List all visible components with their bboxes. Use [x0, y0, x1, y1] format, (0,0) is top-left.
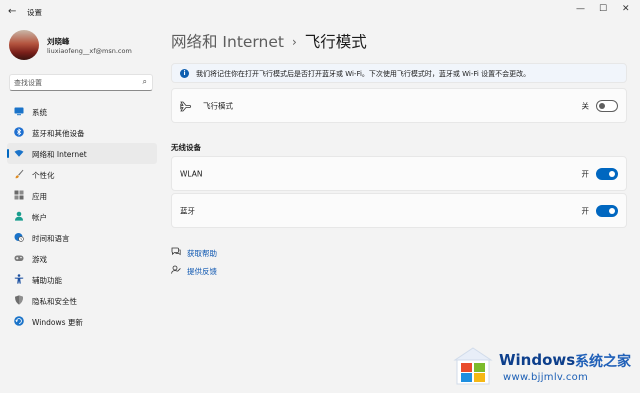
bluetooth-icon [14, 127, 24, 137]
airplane-mode-label: 飞行模式 [203, 101, 233, 110]
user-email: liuxiaofeng__xf@msn.com [47, 47, 132, 55]
sidebar-item-bluetooth[interactable]: 蓝牙和其他设备 [7, 122, 157, 143]
minimize-icon[interactable]: — [576, 4, 585, 14]
sidebar-item-time-language[interactable]: 时间和语言 [7, 227, 157, 248]
info-icon: i [180, 69, 189, 78]
airplane-mode-state: 关 [581, 101, 590, 110]
account-icon [14, 211, 24, 221]
wlan-label: WLAN [180, 169, 203, 178]
bluetooth-label: 蓝牙 [180, 206, 195, 215]
help-icon [171, 247, 182, 258]
info-text: 我们将记住你在打开飞行模式后是否打开蓝牙或 Wi-Fi。下次使用飞行模式时，蓝牙… [196, 70, 531, 78]
update-icon [14, 316, 24, 326]
sidebar-item-accessibility[interactable]: 辅助功能 [7, 269, 157, 290]
window-title: 设置 [27, 8, 42, 17]
watermark: Windows 系统之家 www.bjjmlv.com [443, 340, 640, 393]
breadcrumb: 网络和 Internet › 飞行模式 [171, 30, 367, 52]
bluetooth-row: 蓝牙 开 [171, 193, 627, 228]
avatar [9, 30, 39, 60]
sidebar-item-network[interactable]: 网络和 Internet [7, 143, 157, 164]
get-help-link[interactable]: 获取帮助 [171, 247, 217, 259]
search-input[interactable] [14, 77, 132, 89]
maximize-icon[interactable]: ☐ [599, 4, 607, 14]
sidebar-item-apps[interactable]: 应用 [7, 185, 157, 206]
sidebar-item-windows-update[interactable]: Windows 更新 [7, 311, 157, 332]
section-title-wireless: 无线设备 [171, 143, 201, 152]
sidebar-item-gaming[interactable]: 游戏 [7, 248, 157, 269]
accessibility-icon [14, 274, 24, 284]
title-bar: ← 设置 — ☐ ✕ [0, 0, 640, 24]
system-icon [14, 106, 24, 116]
close-icon[interactable]: ✕ [622, 4, 630, 14]
sidebar-nav: 系统 蓝牙和其他设备 网络和 Internet 个性化 应用 帐户 时间和语言 … [7, 101, 157, 332]
wifi-icon [14, 148, 24, 158]
chevron-right-icon: › [291, 35, 297, 49]
apps-icon [14, 190, 24, 200]
watermark-site-name: 系统之家 [575, 354, 631, 370]
sidebar-item-accounts[interactable]: 帐户 [7, 206, 157, 227]
search-box[interactable]: ⌕ [9, 74, 153, 91]
info-bar: i 我们将记住你在打开飞行模式后是否打开蓝牙或 Wi-Fi。下次使用飞行模式时，… [171, 63, 627, 83]
bluetooth-toggle[interactable] [596, 204, 618, 217]
sidebar-item-privacy[interactable]: 隐私和安全性 [7, 290, 157, 311]
wlan-toggle[interactable] [596, 167, 618, 180]
feedback-icon [171, 265, 182, 276]
sidebar-item-personalization[interactable]: 个性化 [7, 164, 157, 185]
gaming-icon [14, 253, 24, 263]
windows-logo-icon [453, 346, 493, 386]
globe-clock-icon [14, 232, 24, 242]
user-name: 刘晓峰 [47, 37, 70, 46]
airplane-icon [180, 101, 192, 114]
give-feedback-link[interactable]: 提供反馈 [171, 265, 217, 277]
bluetooth-state: 开 [581, 206, 590, 215]
wlan-state: 开 [581, 169, 590, 178]
breadcrumb-parent[interactable]: 网络和 Internet [171, 33, 284, 51]
wlan-row: WLAN 开 [171, 156, 627, 191]
back-arrow-icon[interactable]: ← [8, 6, 16, 17]
watermark-url: www.bjjmlv.com [503, 372, 589, 383]
brush-icon [14, 169, 24, 179]
shield-icon [14, 295, 24, 305]
airplane-mode-row: 飞行模式 关 [171, 88, 627, 123]
get-help-label: 获取帮助 [187, 249, 217, 258]
sidebar-item-system[interactable]: 系统 [7, 101, 157, 122]
airplane-mode-toggle[interactable] [596, 99, 618, 112]
watermark-brand: Windows [499, 351, 576, 369]
page-title: 飞行模式 [304, 33, 367, 51]
give-feedback-label: 提供反馈 [187, 267, 217, 276]
search-icon[interactable]: ⌕ [143, 77, 147, 87]
